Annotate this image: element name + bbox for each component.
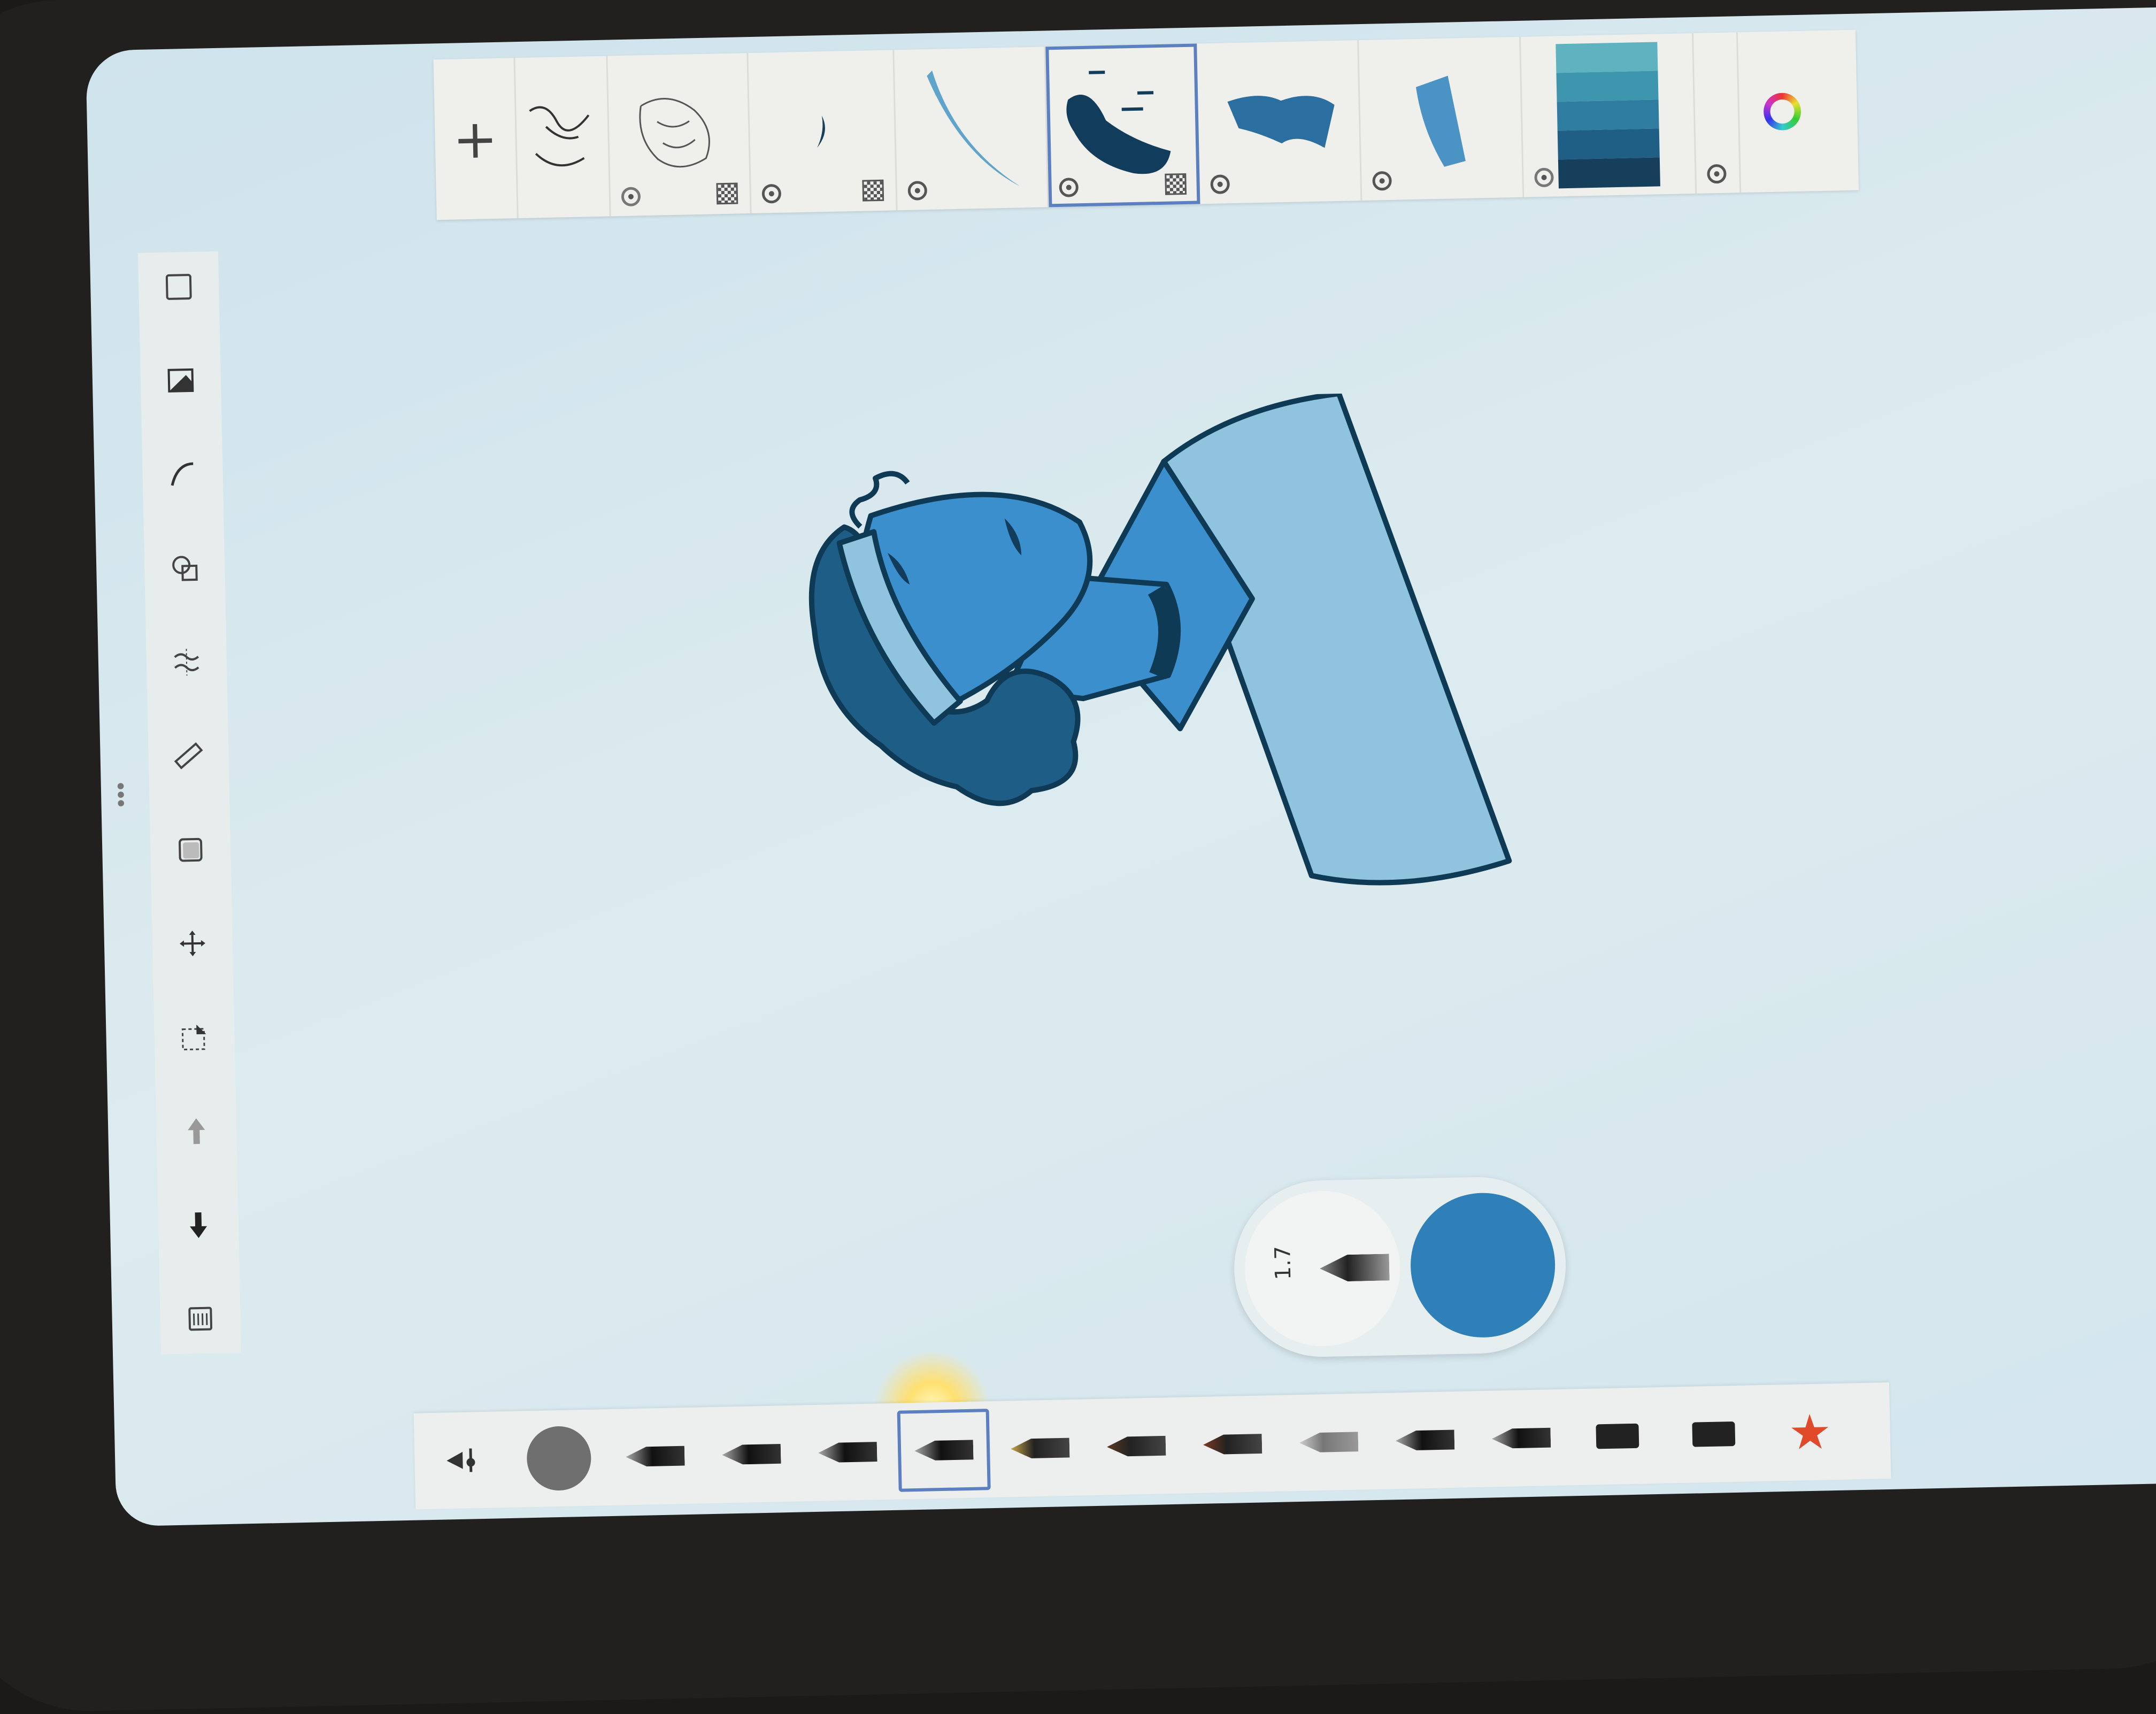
chisel-brush-icon xyxy=(1491,1425,1551,1451)
hidden-eye-icon[interactable] xyxy=(1534,167,1554,188)
eye-icon[interactable] xyxy=(1372,171,1392,191)
toolbar-grip-handle[interactable]: • • • xyxy=(114,775,127,817)
eye-icon[interactable] xyxy=(761,183,782,204)
shapes-icon[interactable] xyxy=(166,549,204,587)
layer-thumbnail xyxy=(817,116,825,148)
curve-icon[interactable] xyxy=(164,456,202,494)
eye-icon[interactable] xyxy=(1210,174,1230,194)
eye-icon[interactable] xyxy=(1059,178,1079,197)
layer-thumbnail xyxy=(639,98,710,168)
brush-inking-pen[interactable] xyxy=(895,1406,993,1494)
canvas-artwork xyxy=(808,391,1512,886)
brush-chisel[interactable] xyxy=(1472,1394,1570,1482)
symmetry-icon[interactable] xyxy=(167,643,205,681)
ink-brush-icon xyxy=(1203,1432,1262,1457)
layer-thumbnail xyxy=(1066,71,1171,174)
brush-airbrush[interactable] xyxy=(799,1409,897,1496)
brush-settings-icon xyxy=(446,1448,475,1472)
undo-icon[interactable] xyxy=(178,1112,215,1150)
current-color-swatch[interactable] xyxy=(1409,1191,1557,1339)
eye-icon[interactable] xyxy=(1707,164,1727,184)
hidden-eye-icon[interactable] xyxy=(621,187,641,207)
canvas-icon[interactable] xyxy=(160,268,198,306)
texture-brush-icon xyxy=(1395,1427,1454,1453)
star-icon: ★ xyxy=(1788,1403,1832,1461)
ruler-icon[interactable] xyxy=(170,737,207,775)
left-toolbar xyxy=(137,251,242,1355)
brush-paint[interactable] xyxy=(1087,1403,1185,1490)
brush-eraser-hard[interactable] xyxy=(1568,1393,1666,1480)
brush-palette-bar: ★ xyxy=(413,1382,1891,1510)
brush-ink-brush[interactable] xyxy=(1183,1401,1281,1488)
brush-pencil-active[interactable] xyxy=(510,1415,608,1502)
pencil-brush-icon xyxy=(526,1425,592,1492)
layer-move-icon[interactable] xyxy=(172,831,210,868)
brush-puck[interactable]: 1.7 xyxy=(1232,1175,1568,1359)
layer-thumbnail xyxy=(1227,96,1335,148)
lock-icon[interactable] xyxy=(1165,173,1187,195)
layer-thumb-light-stroke[interactable] xyxy=(894,47,1049,211)
layer-thumbnail xyxy=(927,70,1020,187)
palette-swatch xyxy=(1558,157,1660,189)
eraser-icon xyxy=(1596,1423,1639,1449)
lock-icon[interactable] xyxy=(716,182,738,205)
menu-icon[interactable] xyxy=(181,1300,219,1338)
palette-swatch-stack xyxy=(1556,42,1660,189)
layer-thumb-small-shape[interactable] xyxy=(748,50,898,213)
brush-marker[interactable] xyxy=(703,1411,800,1498)
favorites-button[interactable]: ★ xyxy=(1761,1388,1859,1476)
eraser-icon xyxy=(1692,1421,1736,1447)
brush-pencil[interactable] xyxy=(606,1412,704,1500)
brush-size-value: 1.7 xyxy=(1270,1246,1296,1280)
eye-icon[interactable] xyxy=(907,181,928,201)
layer-thumb-hair-dark[interactable] xyxy=(1045,43,1200,207)
brush-eraser-soft[interactable] xyxy=(1665,1390,1762,1478)
layer-thumb-palette[interactable] xyxy=(1521,33,1697,197)
brush-size-control[interactable]: 1.7 xyxy=(1243,1189,1402,1348)
color-wheel-icon xyxy=(1763,92,1801,131)
inking-pen-icon xyxy=(914,1438,974,1463)
plus-icon: + xyxy=(452,107,498,171)
palette-swatch xyxy=(1557,99,1659,131)
app-screen: + • • • 1.7 ★ xyxy=(86,7,2156,1527)
layer-thumb-collar[interactable] xyxy=(1359,36,1524,201)
selection-icon[interactable] xyxy=(175,1018,213,1056)
airbrush-icon xyxy=(818,1440,877,1465)
layer-thumb-empty[interactable] xyxy=(1693,32,1742,194)
brush-settings-button[interactable] xyxy=(414,1417,512,1504)
brush-texture[interactable] xyxy=(1376,1396,1474,1484)
soft-brush-icon xyxy=(1299,1429,1359,1455)
marker-icon xyxy=(722,1441,781,1467)
pencil-icon xyxy=(626,1443,685,1469)
palette-swatch xyxy=(1557,128,1660,160)
redo-icon[interactable] xyxy=(179,1206,217,1244)
layer-thumbnail xyxy=(1415,75,1466,167)
color-editor-button[interactable] xyxy=(1738,30,1827,193)
layer-thumbnail xyxy=(529,106,590,167)
lock-icon[interactable] xyxy=(862,179,884,202)
palette-swatch xyxy=(1556,71,1659,102)
layer-thumb-sketch-1[interactable] xyxy=(515,56,611,219)
pen-nib-icon xyxy=(1320,1254,1390,1282)
add-image-icon[interactable] xyxy=(161,362,199,399)
fountain-pen-icon xyxy=(1011,1435,1070,1461)
brush-soft-eraser[interactable] xyxy=(1280,1398,1377,1486)
move-icon[interactable] xyxy=(173,925,211,963)
paintbrush-icon xyxy=(1107,1433,1166,1459)
layer-strip: + xyxy=(433,29,1859,220)
brush-fountain-pen[interactable] xyxy=(991,1404,1089,1492)
layer-thumb-sketch-2[interactable] xyxy=(607,53,752,217)
layer-thumb-hair-mid[interactable] xyxy=(1197,40,1362,204)
add-layer-button[interactable]: + xyxy=(433,58,519,220)
palette-swatch xyxy=(1556,42,1658,73)
